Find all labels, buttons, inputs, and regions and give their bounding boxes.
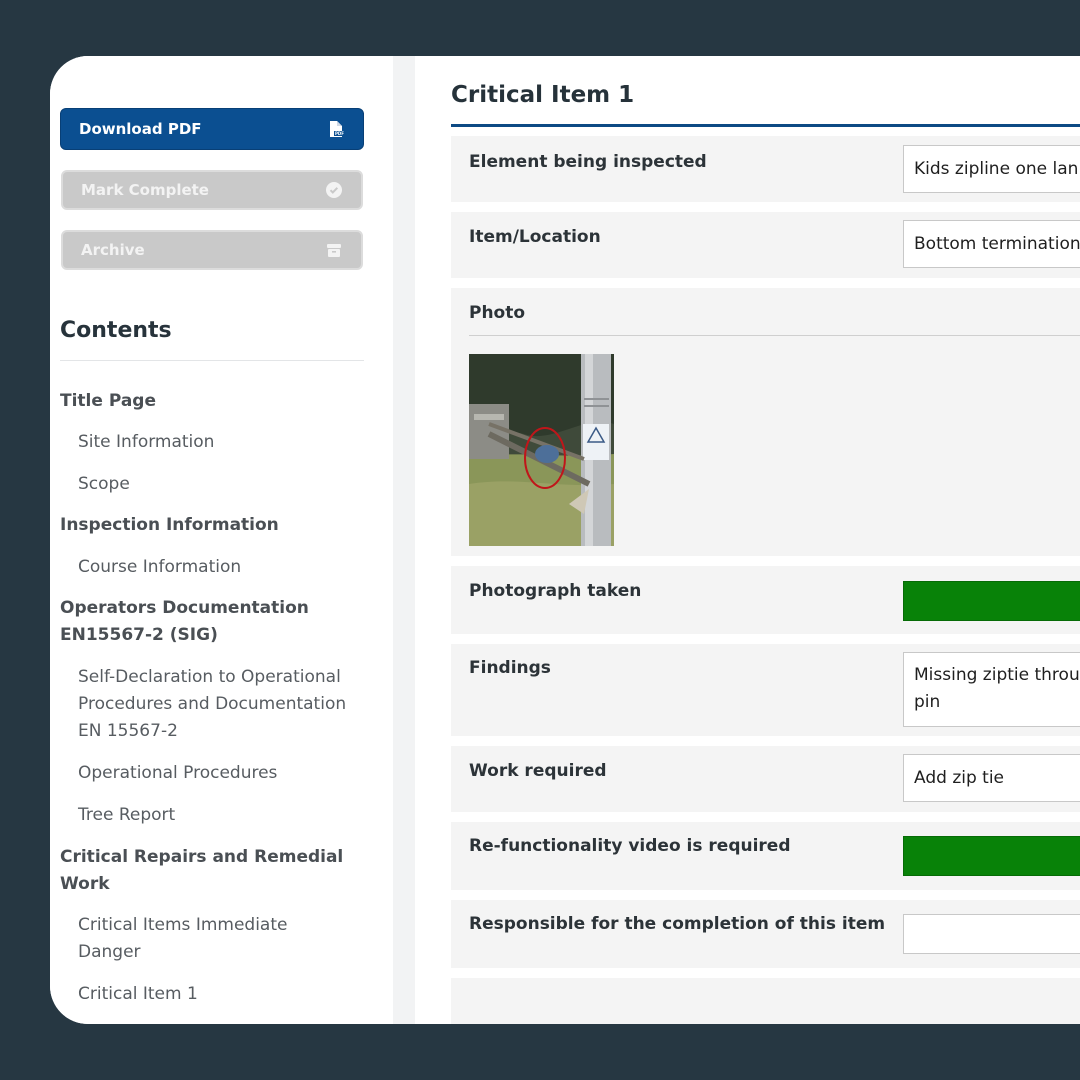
row-next xyxy=(451,978,1080,1024)
findings-field[interactable]: Missing ziptie throu pin xyxy=(903,652,1080,727)
sidebar: Download PDF PDF Mark Complete Archive C… xyxy=(50,56,393,1024)
row-item-location: Item/Location Bottom termination xyxy=(451,212,1080,278)
pdf-file-icon: PDF xyxy=(327,120,345,138)
row-findings: Findings Missing ziptie throu pin xyxy=(451,644,1080,736)
findings-line-2: pin xyxy=(914,692,941,712)
page-title: Critical Item 1 xyxy=(451,82,635,108)
toc-critical-repairs[interactable]: Critical Repairs and Remedial Work xyxy=(60,844,360,898)
archive-label: Archive xyxy=(81,241,145,259)
toc-operational-procedures[interactable]: Operational Procedures xyxy=(78,760,370,787)
photo-divider xyxy=(469,335,1080,336)
toc-critical-items-immediate[interactable]: Critical Items Immediate Danger xyxy=(78,912,328,966)
toc-critical-item-1[interactable]: Critical Item 1 xyxy=(78,981,370,1008)
toc-scope[interactable]: Scope xyxy=(78,471,370,498)
archive-button[interactable]: Archive xyxy=(61,230,363,270)
toc-inspection-information[interactable]: Inspection Information xyxy=(60,512,279,539)
mark-complete-label: Mark Complete xyxy=(81,181,209,199)
contents-heading: Contents xyxy=(60,318,172,343)
archive-box-icon xyxy=(325,241,343,259)
element-field[interactable]: Kids zipline one lan xyxy=(903,145,1080,193)
row-photograph-taken: Photograph taken xyxy=(451,566,1080,634)
work-required-field[interactable]: Add zip tie xyxy=(903,754,1080,802)
toc-self-declaration[interactable]: Self-Declaration to Operational Procedur… xyxy=(78,664,370,745)
toc-title-page[interactable]: Title Page xyxy=(60,388,156,415)
element-label: Element being inspected xyxy=(469,152,707,172)
main-content: Critical Item 1 Element being inspected … xyxy=(415,56,1080,1024)
photo-label: Photo xyxy=(469,303,526,323)
svg-text:PDF: PDF xyxy=(335,131,344,136)
toc-course-information[interactable]: Course Information xyxy=(78,554,370,581)
inspection-photo[interactable] xyxy=(469,354,614,546)
download-pdf-button[interactable]: Download PDF PDF xyxy=(60,108,364,150)
refunctionality-label: Re-functionality video is required xyxy=(469,836,791,856)
row-responsible: Responsible for the completion of this i… xyxy=(451,900,1080,968)
toc-operators-documentation[interactable]: Operators Documentation EN15567-2 (SIG) xyxy=(60,595,360,649)
row-work-required: Work required Add zip tie xyxy=(451,746,1080,812)
row-refunctionality-video: Re-functionality video is required xyxy=(451,822,1080,890)
refunctionality-status-bar[interactable] xyxy=(903,836,1080,876)
item-location-label: Item/Location xyxy=(469,227,601,247)
findings-label: Findings xyxy=(469,658,551,678)
title-divider xyxy=(451,124,1080,127)
mark-complete-button[interactable]: Mark Complete xyxy=(61,170,363,210)
app-window: Download PDF PDF Mark Complete Archive C… xyxy=(50,56,1080,1024)
responsible-field[interactable]: C xyxy=(903,914,1080,954)
sidebar-scroll-gutter[interactable] xyxy=(393,56,415,1024)
toc-site-information[interactable]: Site Information xyxy=(78,429,370,456)
photograph-taken-status-bar[interactable] xyxy=(903,581,1080,621)
row-element-being-inspected: Element being inspected Kids zipline one… xyxy=(451,136,1080,202)
toc-tree-report[interactable]: Tree Report xyxy=(78,802,370,829)
findings-line-1: Missing ziptie throu xyxy=(914,665,1080,685)
responsible-label: Responsible for the completion of this i… xyxy=(469,914,886,934)
download-pdf-label: Download PDF xyxy=(79,120,202,138)
row-photo: Photo xyxy=(451,288,1080,556)
item-location-field[interactable]: Bottom termination xyxy=(903,220,1080,268)
check-circle-icon xyxy=(325,181,343,199)
work-required-label: Work required xyxy=(469,761,607,781)
photograph-taken-label: Photograph taken xyxy=(469,581,642,601)
contents-divider xyxy=(60,360,364,361)
